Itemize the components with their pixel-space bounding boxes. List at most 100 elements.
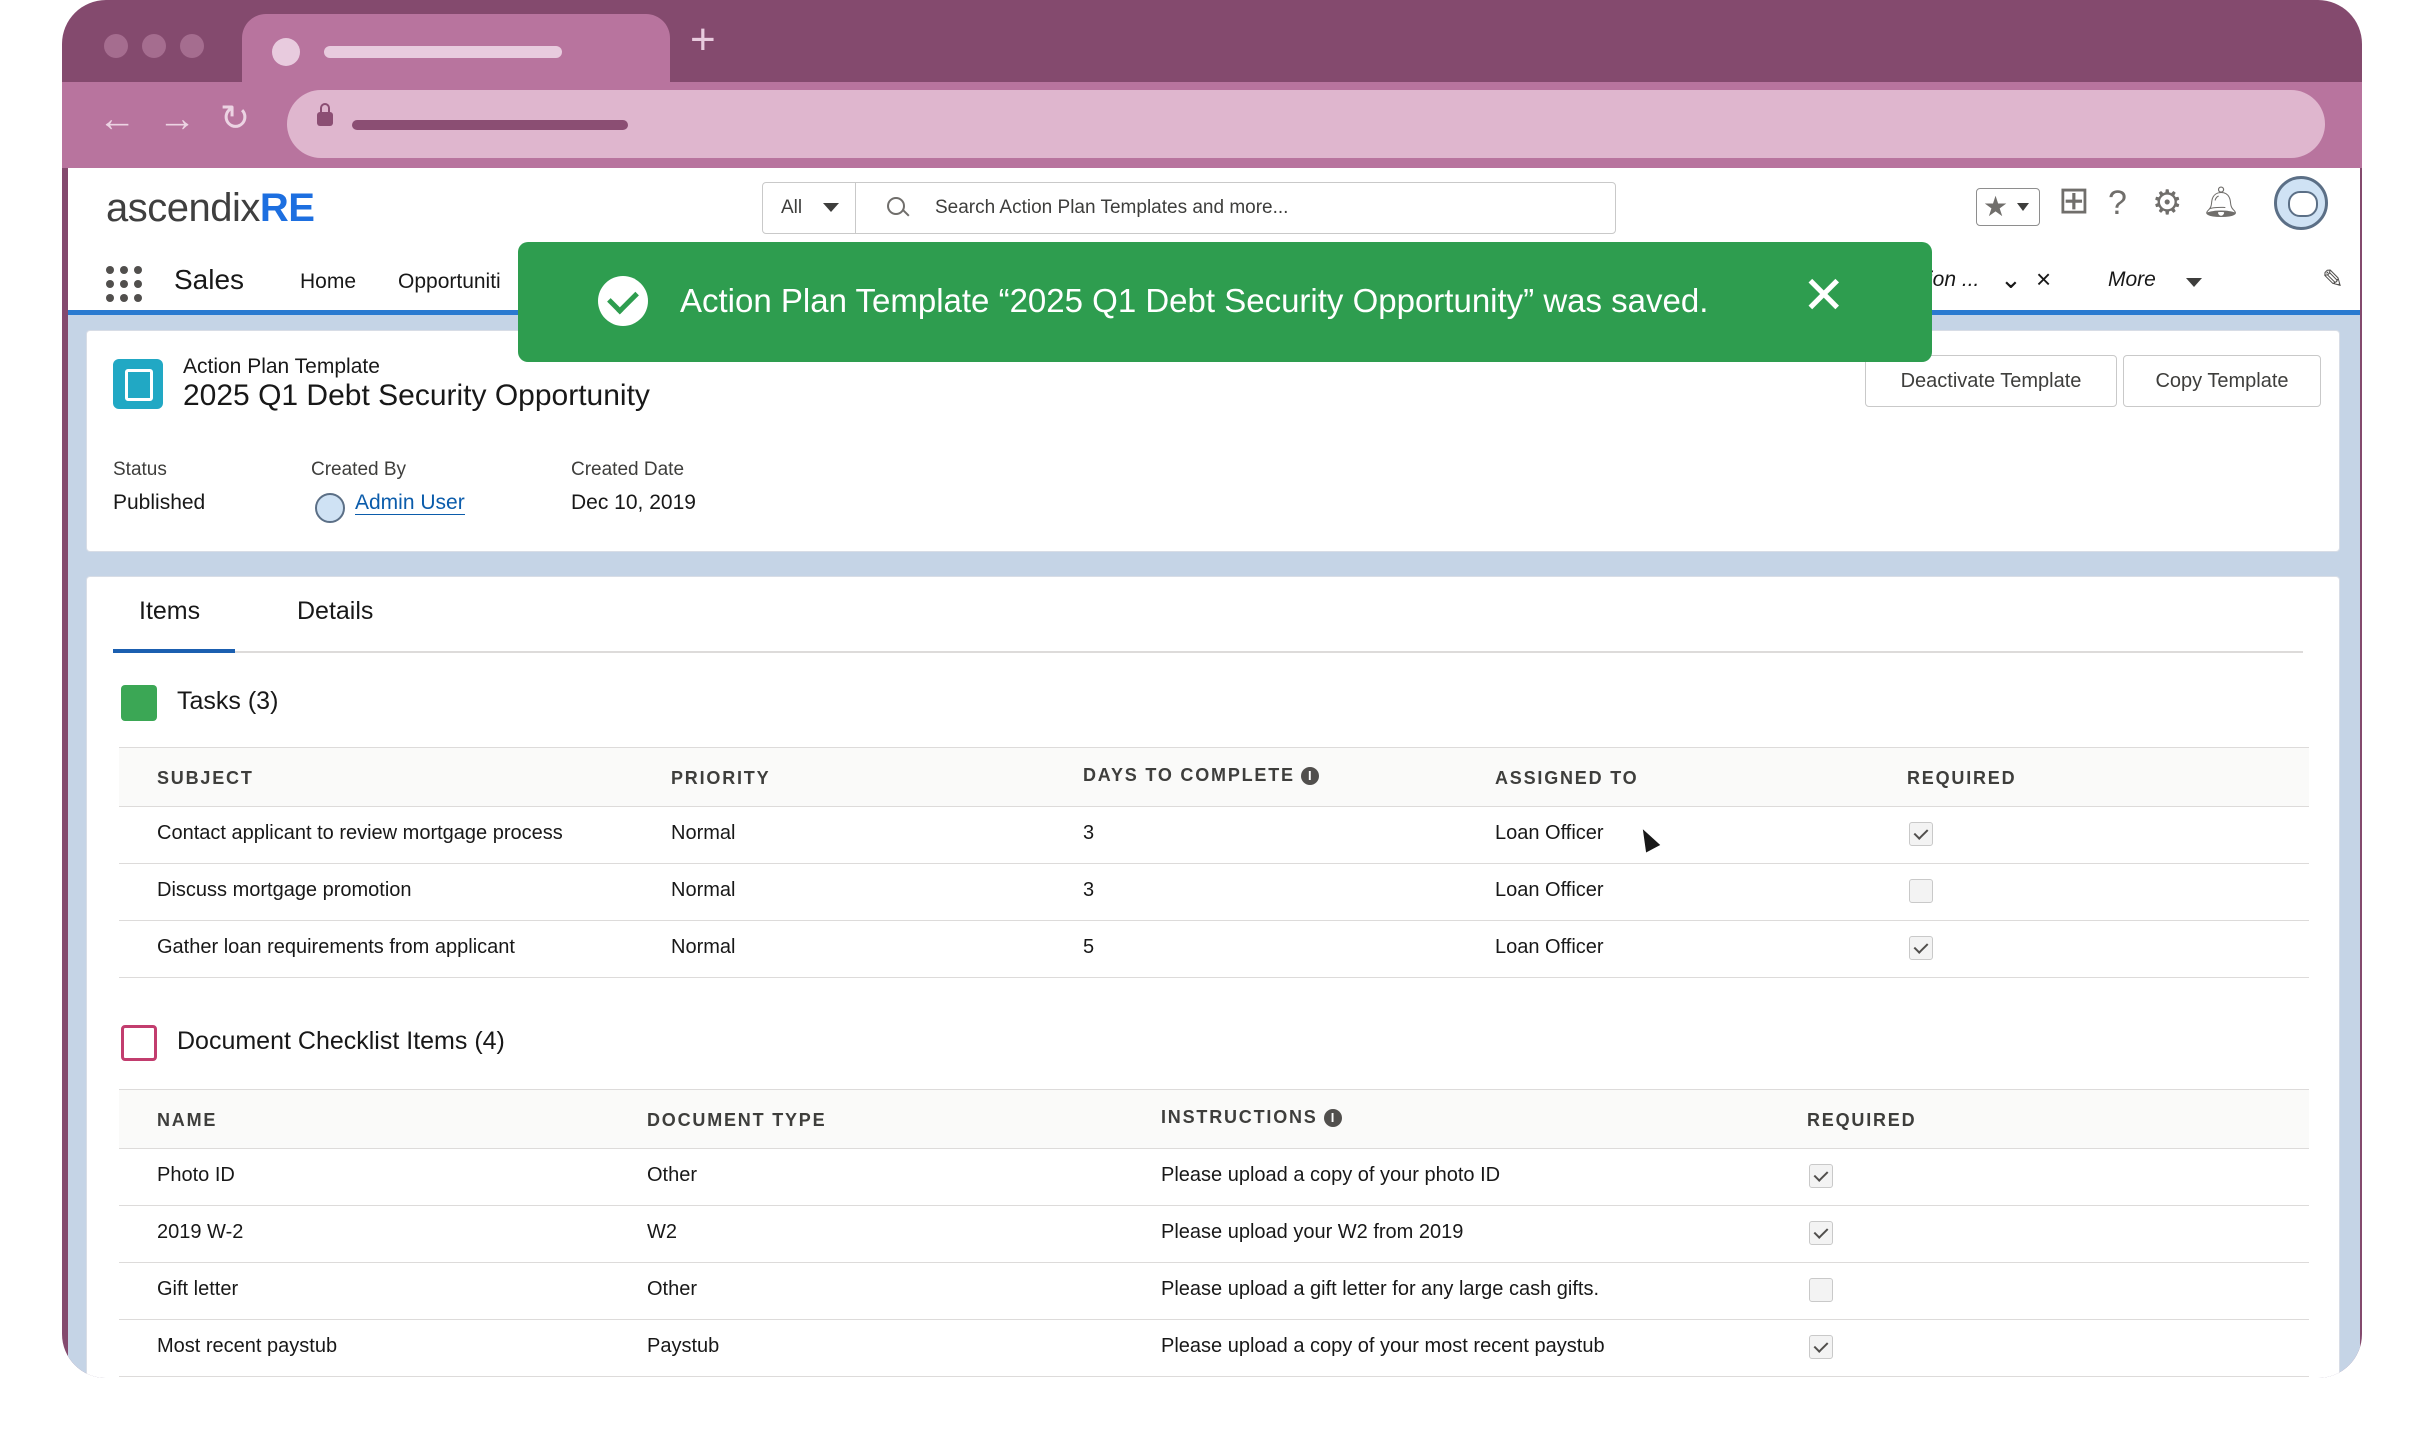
required-checkbox [1909,936,1933,960]
task-priority: Normal [671,822,736,844]
document-instructions: Please upload your W2 from 2019 [1161,1221,1464,1243]
column-header[interactable]: Required [1807,1110,1916,1131]
global-header: ascendixRE All Search Action Plan Templa… [68,168,2360,248]
document-name: Photo ID [157,1164,235,1186]
created-by-label: Created By [311,459,407,480]
close-tab-icon[interactable]: × [2036,264,2051,295]
chevron-down-icon [2017,203,2029,211]
copy-template-button[interactable]: Copy Template [2123,355,2321,407]
required-checkbox [1809,1221,1833,1245]
tab-items[interactable]: Items [139,597,200,626]
help-icon[interactable]: ? [2108,186,2127,220]
search-scope-select[interactable]: All [763,183,856,233]
tasks-table-header: Subject Priority Days to Complete i Assig… [119,747,2309,807]
column-header[interactable]: Subject [157,768,254,789]
column-header[interactable]: Required [1907,768,2016,789]
column-header[interactable]: Document Type [647,1110,826,1131]
info-icon[interactable]: i [1300,767,1319,786]
tab-title-placeholder [324,46,562,58]
back-arrow-icon[interactable]: ← [98,100,136,138]
document-name: 2019 W-2 [157,1221,244,1243]
more-chevron-down-icon[interactable] [2186,278,2202,287]
table-row: Most recent paystub Paystub Please uploa… [119,1319,2309,1377]
column-header[interactable]: Name [157,1110,217,1131]
task-assigned: Loan Officer [1495,822,1604,844]
search-icon [887,197,905,215]
logo-text: ascendix [106,186,260,230]
column-header-label: Days to Complete [1083,765,1295,785]
deactivate-template-button[interactable]: Deactivate Template [1865,355,2117,407]
task-subject: Contact applicant to review mortgage pro… [157,822,563,844]
record-header-card: Action Plan Template 2025 Q1 Debt Securi… [86,330,2340,552]
window-maximize-dot[interactable] [180,34,204,58]
task-subject: Discuss mortgage promotion [157,879,412,901]
search-input[interactable]: Search Action Plan Templates and more... [935,197,1288,219]
task-priority: Normal [671,936,736,958]
checklist-icon [121,1025,157,1061]
reload-icon[interactable]: ↻ [220,100,250,136]
created-by-link[interactable]: Admin User [355,491,465,515]
success-check-icon [598,276,648,326]
window-minimize-dot[interactable] [142,34,166,58]
global-search: All Search Action Plan Templates and mor… [762,182,1616,234]
column-header[interactable]: Days to Complete i [1083,765,1319,786]
forward-arrow-icon[interactable]: → [158,100,196,138]
documents-table-header: Name Document Type Instructions i Require… [119,1089,2309,1149]
close-icon[interactable]: ✕ [1802,270,1846,322]
table-row: 2019 W-2 W2 Please upload your W2 from 2… [119,1205,2309,1263]
record-title: 2025 Q1 Debt Security Opportunity [183,379,650,412]
items-card: Items Details Tasks (3) Subject Priority… [86,576,2340,1378]
nav-more[interactable]: More [2108,268,2156,292]
favorites-button[interactable]: ★ [1976,188,2040,226]
created-date-value: Dec 10, 2019 [571,491,696,514]
global-actions-plus-icon[interactable]: ⊞ [2058,182,2090,220]
info-icon[interactable]: i [1323,1109,1342,1128]
task-assigned: Loan Officer [1495,936,1604,958]
column-header[interactable]: Assigned To [1495,768,1639,789]
task-subject: Gather loan requirements from applicant [157,936,515,958]
user-avatar[interactable] [2274,176,2328,230]
url-placeholder [352,120,628,130]
document-type: Other [647,1164,698,1186]
app-launcher-icon[interactable] [106,266,142,302]
nav-tab-open-record[interactable]: ion ... [1928,268,1979,292]
edit-nav-pencil-icon[interactable]: ✎ [2322,264,2344,295]
browser-tab-strip: + [62,0,2362,104]
document-type: Other [647,1278,698,1300]
app-name: Sales [174,264,245,295]
table-row: Discuss mortgage promotion Normal 3 Loan… [119,863,2309,921]
lock-icon [317,103,333,126]
nav-item-opportunities[interactable]: Opportuniti [398,270,501,294]
tab-details[interactable]: Details [297,597,373,626]
browser-toolbar: ← → ↻ [62,82,2362,168]
task-assigned: Loan Officer [1495,879,1604,901]
required-checkbox [1909,879,1933,903]
column-header[interactable]: Priority [671,768,770,789]
task-days: 3 [1083,822,1095,844]
logo-accent: RE [259,186,315,230]
required-checkbox [1809,1335,1833,1359]
column-header[interactable]: Instructions i [1161,1107,1342,1128]
status-value: Published [113,491,206,514]
document-instructions: Please upload a gift letter for any larg… [1161,1278,1600,1300]
address-bar[interactable] [287,90,2325,158]
toast-message: Action Plan Template “2025 Q1 Debt Secur… [680,282,1709,319]
status-label: Status [113,459,167,480]
tasks-title: Tasks (3) [177,687,279,715]
bell-icon[interactable]: 🔔︎ [2202,188,2240,218]
document-instructions: Please upload a copy of your most recent… [1161,1335,1605,1357]
new-tab-plus-icon[interactable]: + [690,18,716,62]
ascendix-logo[interactable]: ascendixRE [106,186,315,231]
user-avatar-icon [315,493,345,523]
column-header-label: Instructions [1161,1107,1318,1127]
window-close-dot[interactable] [104,34,128,58]
tab-divider [113,651,2303,653]
created-by-value[interactable]: Admin User [355,491,465,515]
document-name: Most recent paystub [157,1335,338,1357]
document-type: W2 [647,1221,677,1243]
gear-icon[interactable]: ⚙ [2152,186,2182,220]
document-name: Gift letter [157,1278,239,1300]
required-checkbox [1809,1278,1833,1302]
nav-item-home[interactable]: Home [300,270,356,294]
chevron-down-icon[interactable]: ⌄ [2000,264,2022,295]
